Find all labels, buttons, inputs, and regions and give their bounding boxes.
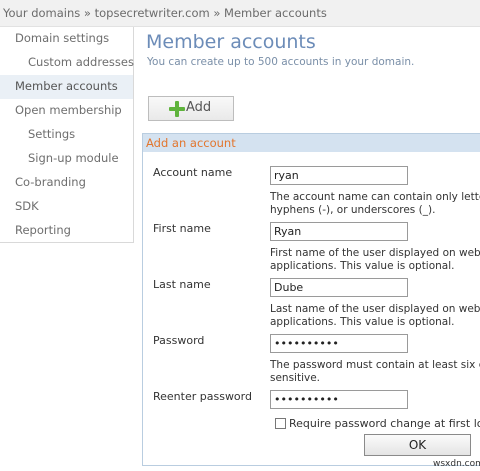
sidebar-item-sdk[interactable]: SDK bbox=[0, 195, 133, 219]
sidebar-item-member-accounts[interactable]: Member accounts bbox=[0, 75, 133, 99]
account-name-label: Account name bbox=[153, 166, 233, 179]
sidebar: Domain settings Custom addresses Member … bbox=[0, 27, 134, 243]
account-name-input[interactable]: ryan bbox=[270, 166, 408, 185]
last-name-hint: Last name of the user displayed on web p… bbox=[270, 303, 480, 328]
password-hint: The password must contain at least six c… bbox=[270, 359, 480, 384]
first-name-label: First name bbox=[153, 222, 211, 235]
require-change-row: Require password change at first login bbox=[275, 417, 480, 430]
plus-icon bbox=[169, 101, 185, 117]
sidebar-item-custom-addresses[interactable]: Custom addresses bbox=[0, 51, 134, 75]
breadcrumb-text: Your domains » topsecretwriter.com » Mem… bbox=[3, 6, 327, 20]
page-subtitle: You can create up to 500 accounts in you… bbox=[147, 56, 415, 68]
last-name-input[interactable]: Dube bbox=[270, 278, 408, 297]
first-name-hint: First name of the user displayed on web … bbox=[270, 247, 480, 272]
require-change-label: Require password change at first login bbox=[289, 417, 480, 430]
sidebar-item-settings[interactable]: Settings bbox=[0, 123, 133, 147]
reenter-password-label: Reenter password bbox=[153, 390, 252, 403]
account-name-hint: The account name can contain only letter… bbox=[270, 191, 480, 216]
reenter-password-input[interactable]: •••••••••• bbox=[270, 390, 408, 409]
watermark: wsxdn.com bbox=[433, 459, 480, 469]
sidebar-item-open-membership[interactable]: Open membership bbox=[0, 99, 133, 123]
last-name-label: Last name bbox=[153, 278, 211, 291]
sidebar-item-sign-up-module[interactable]: Sign-up module bbox=[0, 147, 133, 171]
add-button[interactable]: Add bbox=[148, 96, 234, 121]
breadcrumb: Your domains » topsecretwriter.com » Mem… bbox=[0, 0, 480, 27]
password-input[interactable]: •••••••••• bbox=[270, 334, 408, 353]
sidebar-item-reporting[interactable]: Reporting bbox=[0, 219, 133, 243]
add-account-panel: Add an account Account name ryan The acc… bbox=[142, 133, 480, 466]
require-change-checkbox[interactable] bbox=[275, 418, 286, 429]
password-label: Password bbox=[153, 334, 205, 347]
add-button-label: Add bbox=[186, 100, 212, 115]
ok-button[interactable]: OK bbox=[364, 434, 471, 456]
page-title: Member accounts bbox=[146, 31, 316, 53]
sidebar-item-domain-settings[interactable]: Domain settings bbox=[0, 27, 133, 51]
first-name-input[interactable]: Ryan bbox=[270, 222, 408, 241]
sidebar-item-co-branding[interactable]: Co-branding bbox=[0, 171, 133, 195]
panel-header: Add an account bbox=[143, 134, 480, 152]
